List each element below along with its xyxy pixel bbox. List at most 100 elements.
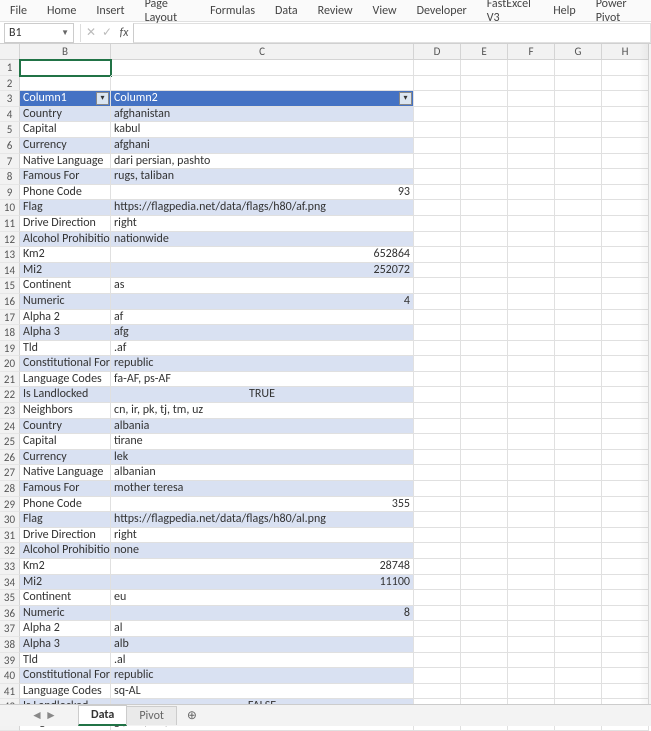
cell[interactable]: 252072 — [111, 263, 414, 279]
cell[interactable] — [508, 497, 555, 513]
cell[interactable]: Phone Code — [20, 497, 111, 513]
column-header[interactable]: B — [20, 44, 111, 60]
cell[interactable]: eu — [111, 590, 414, 606]
cell[interactable] — [414, 232, 461, 248]
cell[interactable]: Alpha 2 — [20, 621, 111, 637]
cell[interactable] — [20, 76, 111, 92]
cell[interactable] — [461, 138, 508, 154]
cell[interactable]: as — [111, 278, 414, 294]
cell[interactable] — [414, 154, 461, 170]
cell[interactable] — [461, 122, 508, 138]
cell[interactable]: .al — [111, 653, 414, 669]
cell[interactable]: dari persian, pashto — [111, 154, 414, 170]
cell[interactable]: Native Language — [20, 154, 111, 170]
cell[interactable] — [508, 450, 555, 466]
cell[interactable] — [508, 278, 555, 294]
sheet-nav-prev-icon[interactable]: ◄ — [30, 708, 44, 723]
cell[interactable] — [414, 637, 461, 653]
cell[interactable] — [555, 543, 602, 559]
row-header[interactable]: 17 — [0, 310, 20, 326]
cell[interactable] — [555, 356, 602, 372]
cell[interactable] — [414, 684, 461, 700]
cell[interactable] — [555, 185, 602, 201]
row-header[interactable]: 38 — [0, 637, 20, 653]
cell[interactable] — [414, 450, 461, 466]
cell[interactable]: Drive Direction — [20, 216, 111, 232]
cell[interactable] — [555, 434, 602, 450]
cell[interactable] — [414, 278, 461, 294]
cell[interactable] — [414, 60, 461, 76]
cell[interactable] — [461, 310, 508, 326]
cell[interactable] — [461, 684, 508, 700]
cell[interactable] — [555, 403, 602, 419]
cell[interactable] — [414, 247, 461, 263]
cell[interactable] — [461, 419, 508, 435]
cell[interactable] — [508, 512, 555, 528]
cell[interactable] — [461, 621, 508, 637]
cell[interactable] — [461, 185, 508, 201]
cell[interactable] — [508, 543, 555, 559]
cell[interactable]: Alpha 3 — [20, 325, 111, 341]
cell[interactable]: albania — [111, 419, 414, 435]
row-header[interactable]: 41 — [0, 684, 20, 700]
row-header[interactable]: 20 — [0, 356, 20, 372]
cell[interactable] — [414, 434, 461, 450]
cell[interactable] — [555, 76, 602, 92]
cell[interactable]: 11100 — [111, 575, 414, 591]
cell[interactable] — [555, 450, 602, 466]
cell[interactable] — [508, 559, 555, 575]
row-header[interactable]: 30 — [0, 512, 20, 528]
cell[interactable] — [461, 465, 508, 481]
cancel-icon[interactable]: ✕ — [83, 25, 99, 40]
row-header[interactable]: 11 — [0, 216, 20, 232]
add-sheet-icon[interactable]: ⊕ — [182, 708, 202, 723]
cell[interactable]: Country — [20, 107, 111, 123]
row-header[interactable]: 26 — [0, 450, 20, 466]
cell[interactable] — [555, 512, 602, 528]
cell[interactable]: sq-AL — [111, 684, 414, 700]
cell[interactable] — [508, 528, 555, 544]
cell[interactable]: Mi2 — [20, 575, 111, 591]
cell[interactable] — [555, 684, 602, 700]
cell[interactable]: 28748 — [111, 559, 414, 575]
row-header[interactable]: 1 — [0, 60, 20, 76]
cell[interactable] — [461, 450, 508, 466]
ribbon-tab[interactable]: View — [369, 2, 401, 20]
cell[interactable] — [461, 512, 508, 528]
cell[interactable] — [461, 247, 508, 263]
cell[interactable]: https://flagpedia.net/data/flags/h80/af.… — [111, 200, 414, 216]
row-header[interactable]: 15 — [0, 278, 20, 294]
ribbon-tab[interactable]: Data — [271, 2, 302, 20]
cell[interactable] — [508, 419, 555, 435]
grid-cells[interactable]: Column1▾Column2▾CountryafghanistanCapita… — [20, 60, 651, 720]
cell[interactable] — [461, 91, 508, 107]
cell[interactable]: none — [111, 543, 414, 559]
cell[interactable]: al — [111, 621, 414, 637]
row-header[interactable]: 24 — [0, 419, 20, 435]
cell[interactable]: Alpha 3 — [20, 637, 111, 653]
cell[interactable]: Famous For — [20, 169, 111, 185]
cell[interactable] — [508, 575, 555, 591]
cell[interactable] — [461, 403, 508, 419]
cell[interactable] — [555, 263, 602, 279]
cell[interactable] — [414, 403, 461, 419]
cell[interactable]: 93 — [111, 185, 414, 201]
name-box[interactable]: B1 ▼ — [4, 23, 74, 43]
ribbon-tab[interactable]: Developer — [413, 2, 471, 20]
cell[interactable] — [461, 200, 508, 216]
row-header[interactable]: 27 — [0, 465, 20, 481]
cell[interactable] — [461, 481, 508, 497]
cell[interactable]: Continent — [20, 590, 111, 606]
cell[interactable]: Famous For — [20, 481, 111, 497]
cell[interactable] — [508, 590, 555, 606]
cell[interactable]: republic — [111, 668, 414, 684]
row-header[interactable]: 35 — [0, 590, 20, 606]
cell[interactable] — [508, 668, 555, 684]
cell[interactable] — [461, 668, 508, 684]
cell[interactable] — [508, 60, 555, 76]
cell[interactable] — [555, 107, 602, 123]
cell[interactable] — [555, 138, 602, 154]
cell[interactable] — [555, 419, 602, 435]
cell[interactable] — [414, 122, 461, 138]
cell[interactable] — [111, 60, 414, 76]
